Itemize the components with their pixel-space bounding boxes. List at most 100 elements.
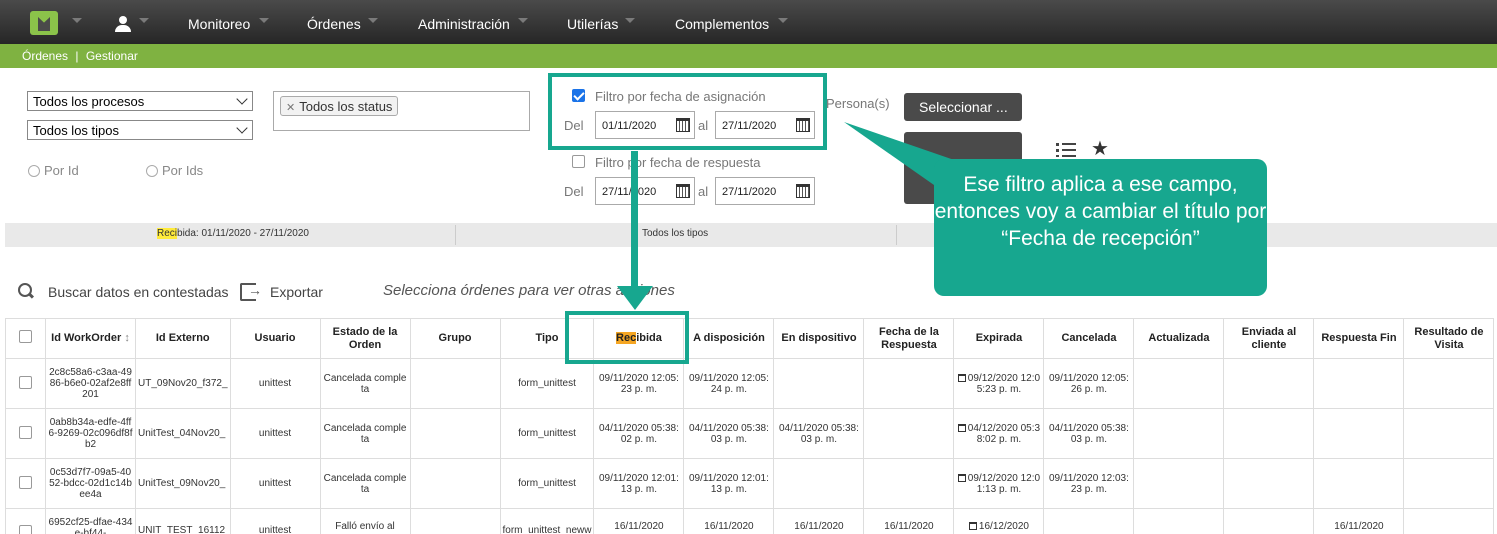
cell: Falló envío al	[319, 508, 411, 534]
col-header[interactable]: Usuario	[229, 318, 321, 359]
radio-by-ids[interactable]	[146, 165, 158, 177]
app-logo-icon[interactable]	[30, 11, 58, 35]
cell: 16/11/2020	[683, 508, 775, 534]
col-header[interactable]: Id WorkOrder ↕	[45, 318, 136, 359]
cell[interactable]: 0c53d7f7-09a5-4052-bdcc-02d1c14bee4a	[45, 458, 136, 509]
table-row[interactable]: 2c8c58a6-c3aa-4986-b6e0-02af2e8ff201 UT_…	[5, 358, 1495, 409]
process-select[interactable]: Todos los procesos	[27, 91, 253, 111]
response-date-filter-checkbox[interactable]	[572, 155, 585, 168]
calendar-icon	[957, 473, 966, 482]
nav-administracion[interactable]: Administración	[418, 16, 510, 32]
cell: 09/12/2020 12:05:23 p. m.	[953, 358, 1045, 409]
chevron-down-icon[interactable]	[139, 18, 149, 23]
calendar-icon[interactable]	[796, 184, 810, 198]
col-header[interactable]: Resultado de Visita	[1403, 318, 1495, 359]
cell: 04/11/2020 05:38:03 p. m.	[1043, 408, 1135, 459]
remove-tag-icon[interactable]: ✕	[286, 102, 295, 114]
row-select-cell[interactable]	[5, 458, 46, 509]
col-header[interactable]: Enviada al cliente	[1223, 318, 1315, 359]
col-header[interactable]: A disposición	[683, 318, 775, 359]
response-date-filter-label: Filtro por fecha de respuesta	[595, 155, 761, 170]
search-answered-link[interactable]: Buscar datos en contestadas	[48, 284, 229, 300]
user-icon[interactable]	[115, 16, 131, 32]
cell	[1133, 408, 1225, 459]
col-header[interactable]: Actualizada	[1133, 318, 1225, 359]
cell	[1223, 408, 1315, 459]
col-header[interactable]: Id Externo	[135, 318, 231, 359]
radio-by-id-label: Por Id	[44, 163, 79, 178]
col-header[interactable]: En dispositivo	[773, 318, 865, 359]
row-select-cell[interactable]	[5, 408, 46, 459]
row-select-cell[interactable]	[5, 358, 46, 409]
breadcrumb-page: Gestionar	[85, 49, 138, 63]
response-from-input[interactable]: 27/11/2020	[595, 177, 695, 205]
cell	[409, 508, 501, 534]
favorite-star-icon[interactable]: ★	[1091, 139, 1109, 159]
col-header[interactable]: Expirada	[953, 318, 1045, 359]
cell: form_unittest	[499, 408, 595, 459]
cell: unittest	[229, 508, 321, 534]
cell: Cancelada completa	[319, 358, 411, 409]
status-tag-label: Todos los status	[299, 99, 393, 114]
summary-received-highlight: Reci	[157, 228, 178, 239]
response-to-input[interactable]: 27/11/2020	[715, 177, 815, 205]
select-all-cell[interactable]	[5, 318, 46, 359]
cell: 16/12/2020	[953, 508, 1045, 534]
cell[interactable]: 0ab8b34a-edfe-4ff6-9269-02c096df8fb2	[45, 408, 136, 459]
table-row[interactable]: 6952cf25-dfae-434e-bf44- UNIT_TEST_16112…	[5, 508, 1495, 534]
annotation-callout: Ese filtro aplica a ese campo, entonces …	[934, 159, 1267, 296]
col-header[interactable]: Estado de la Orden	[319, 318, 411, 359]
cell	[1403, 508, 1495, 534]
row-checkbox[interactable]	[19, 375, 32, 389]
cell: form_unittest_neww	[499, 508, 595, 534]
filter-summary-bar: Recibida: 01/11/2020 - 27/11/2020 Todos …	[5, 223, 1497, 247]
cell[interactable]: 2c8c58a6-c3aa-4986-b6e0-02af2e8ff201	[45, 358, 136, 409]
status-multiselect[interactable]: ✕ Todos los status	[273, 91, 530, 131]
chevron-down-icon[interactable]	[625, 18, 635, 23]
col-header[interactable]: Fecha de la Respuesta	[863, 318, 955, 359]
chevron-down-icon[interactable]	[518, 18, 528, 23]
table-row[interactable]: 0ab8b34a-edfe-4ff6-9269-02c096df8fb2 Uni…	[5, 408, 1495, 459]
col-header[interactable]: Cancelada	[1043, 318, 1135, 359]
select-persons-button[interactable]: Seleccionar ...	[904, 93, 1022, 121]
nav-complementos[interactable]: Complementos	[675, 16, 769, 32]
chevron-down-icon[interactable]	[368, 18, 378, 23]
cell: unittest	[229, 358, 321, 409]
sort-icon[interactable]: ↕	[124, 332, 130, 344]
row-checkbox[interactable]	[19, 475, 32, 489]
row-select-cell[interactable]	[5, 508, 46, 534]
cell	[1223, 508, 1315, 534]
row-checkbox[interactable]	[19, 425, 32, 439]
type-select-value: Todos los tipos	[27, 120, 253, 140]
cell: form_unittest	[499, 358, 595, 409]
type-select[interactable]: Todos los tipos	[27, 120, 253, 140]
cell[interactable]: 6952cf25-dfae-434e-bf44-	[45, 508, 136, 534]
chevron-down-icon[interactable]	[259, 18, 269, 23]
row-checkbox[interactable]	[19, 525, 32, 534]
status-tag[interactable]: ✕ Todos los status	[280, 96, 399, 116]
cell: 16/11/2020	[593, 508, 685, 534]
nav-monitoreo[interactable]: Monitoreo	[188, 16, 250, 32]
cell	[1223, 458, 1315, 509]
cell: unittest	[229, 458, 321, 509]
calendar-icon[interactable]	[676, 184, 690, 198]
chevron-down-icon[interactable]	[72, 18, 82, 23]
select-all-checkbox[interactable]	[19, 330, 32, 343]
search-icon[interactable]	[18, 283, 34, 299]
breadcrumb-section[interactable]: Órdenes	[22, 49, 68, 63]
export-link[interactable]: Exportar	[270, 284, 323, 300]
nav-utilerias[interactable]: Utilerías	[567, 16, 618, 32]
list-icon[interactable]	[1056, 143, 1076, 157]
col-header[interactable]: Grupo	[409, 318, 501, 359]
table-row[interactable]: 0c53d7f7-09a5-4052-bdcc-02d1c14bee4a Uni…	[5, 458, 1495, 509]
cell: 04/11/2020 05:38:03 p. m.	[683, 408, 775, 459]
radio-by-id[interactable]	[28, 165, 40, 177]
export-icon[interactable]	[240, 282, 262, 301]
chevron-down-icon[interactable]	[778, 18, 788, 23]
cell: 09/11/2020 12:01:13 p. m.	[593, 458, 685, 509]
breadcrumb-separator: |	[75, 49, 79, 63]
col-header[interactable]: Respuesta Fin	[1313, 318, 1405, 359]
nav-ordenes[interactable]: Órdenes	[307, 16, 361, 32]
cell	[409, 408, 501, 459]
cell	[863, 358, 955, 409]
